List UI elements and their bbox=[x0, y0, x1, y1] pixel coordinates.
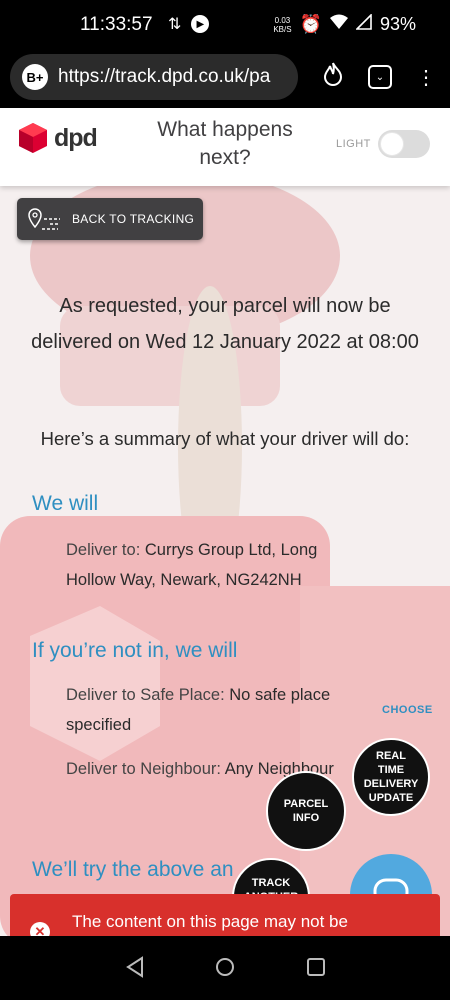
page-title: What happens next? bbox=[157, 118, 293, 169]
toggle-knob bbox=[380, 132, 404, 156]
more-menu-icon[interactable]: ⋮ bbox=[416, 65, 436, 90]
logo-text: dpd bbox=[54, 123, 98, 152]
tabs-icon[interactable]: ⌄ bbox=[368, 65, 392, 89]
dpd-logo[interactable]: dpd bbox=[18, 122, 98, 154]
choose-link[interactable]: CHOOSE bbox=[382, 704, 433, 716]
play-icon: ▶ bbox=[191, 15, 210, 33]
realtime-update-button[interactable]: REAL TIME DELIVERY UPDATE bbox=[352, 738, 430, 816]
browser-badge-icon[interactable]: B+ bbox=[22, 64, 48, 90]
network-speed: 0.03 KB/S bbox=[273, 15, 292, 34]
status-bar: 11:33:57 ⇅ ▶ 0.03 KB/S ⏰ 93% bbox=[0, 0, 450, 52]
we-will-heading: We will bbox=[32, 492, 99, 515]
dpd-cube-icon bbox=[19, 123, 47, 153]
safe-place-detail: Deliver to Safe Place: No safe place spe… bbox=[66, 686, 331, 734]
back-to-tracking-button[interactable]: BACK TO TRACKING bbox=[17, 198, 203, 240]
deliver-to-detail: Deliver to: Currys Group Ltd, Long Hollo… bbox=[66, 541, 318, 589]
warning-toast[interactable]: ✕ The content on this page may not be bbox=[10, 894, 440, 936]
try-heading: We’ll try the above an bbox=[32, 858, 234, 881]
theme-label: LIGHT bbox=[336, 138, 371, 150]
route-pin-icon bbox=[28, 208, 60, 230]
parcel-info-button[interactable]: PARCEL INFO bbox=[266, 771, 346, 851]
url-bar[interactable]: B+ https://track.dpd.co.uk/pa bbox=[10, 54, 298, 100]
not-in-heading: If you’re not in, we will bbox=[32, 639, 238, 662]
close-icon[interactable]: ✕ bbox=[30, 922, 50, 936]
signal-icon bbox=[355, 13, 372, 35]
recents-icon[interactable] bbox=[305, 956, 327, 978]
url-text[interactable]: https://track.dpd.co.uk/pa bbox=[58, 66, 270, 88]
web-page: dpd What happens next? LIGHT BACK TO TRA… bbox=[0, 108, 450, 936]
home-icon[interactable] bbox=[214, 956, 236, 978]
flame-icon[interactable] bbox=[322, 62, 344, 92]
browser-toolbar: B+ https://track.dpd.co.uk/pa ⌄ ⋮ bbox=[0, 52, 450, 108]
data-transfer-icon: ⇅ bbox=[168, 16, 182, 33]
battery-level: 93% bbox=[379, 14, 416, 34]
delivery-confirmation: As requested, your parcel will now be de… bbox=[31, 295, 419, 353]
toast-message: The content on this page may not be bbox=[72, 912, 348, 931]
alarm-icon: ⏰ bbox=[299, 14, 322, 34]
wifi-icon bbox=[329, 14, 348, 35]
summary-intro: Here’s a summary of what your driver wil… bbox=[40, 428, 410, 449]
android-nav-bar bbox=[0, 936, 450, 1000]
status-time: 11:33:57 bbox=[80, 14, 153, 35]
site-header: dpd What happens next? LIGHT bbox=[0, 108, 450, 186]
back-icon[interactable] bbox=[124, 956, 146, 978]
theme-toggle[interactable] bbox=[378, 130, 430, 158]
